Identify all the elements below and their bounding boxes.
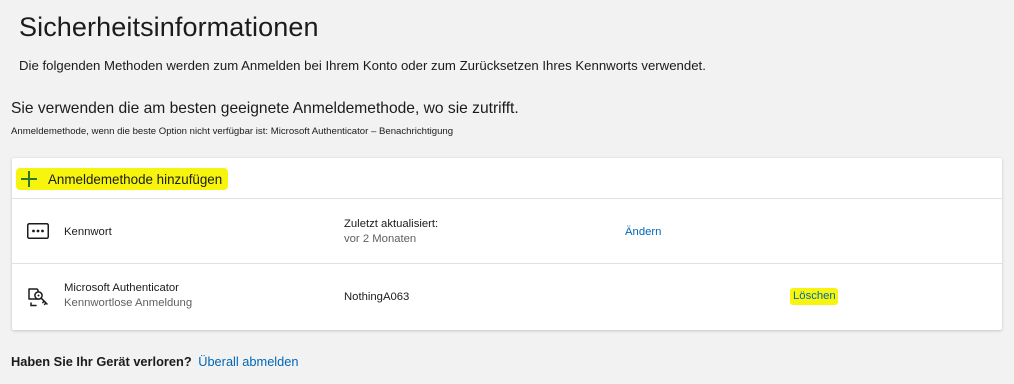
method-name-column: Microsoft Authenticator Kennwortlose Anm… — [64, 282, 192, 309]
last-updated-value: vor 2 Monaten — [344, 233, 417, 245]
lost-device-question: Haben Sie Ihr Gerät verloren? — [11, 354, 192, 369]
method-row-authenticator: Microsoft Authenticator Kennwortlose Anm… — [12, 264, 1002, 330]
methods-card: Anmeldemethode hinzufügen Kennwort Zulet… — [12, 158, 1002, 330]
default-method-fallback: Anmeldemethode, wenn die beste Option ni… — [11, 126, 454, 137]
method-detail-column: Zuletzt aktualisiert: vor 2 Monaten — [344, 218, 438, 245]
method-name-column: Kennwort — [64, 226, 112, 238]
sign-out-everywhere-link[interactable]: Überall abmelden — [198, 354, 298, 369]
plus-icon — [21, 171, 37, 187]
delete-authenticator-link[interactable]: Löschen — [790, 288, 838, 305]
password-icon — [27, 223, 49, 244]
page-subtitle: Die folgenden Methoden werden zum Anmeld… — [19, 58, 706, 73]
add-method-row: Anmeldemethode hinzufügen — [12, 158, 1002, 199]
method-name: Microsoft Authenticator — [64, 282, 179, 294]
last-updated-label: Zuletzt aktualisiert: — [344, 218, 439, 230]
method-name: Kennwort — [64, 226, 112, 238]
change-password-link[interactable]: Ändern — [625, 226, 661, 238]
default-method-heading: Sie verwenden die am besten geeignete An… — [11, 100, 519, 117]
lost-device-line: Haben Sie Ihr Gerät verloren? Überall ab… — [11, 354, 299, 369]
page-title: Sicherheitsinformationen — [19, 12, 319, 42]
method-description: Kennwortlose Anmeldung — [64, 297, 193, 309]
method-row-password: Kennwort Zuletzt aktualisiert: vor 2 Mon… — [12, 199, 1002, 264]
method-detail-column: NothingA063 — [344, 291, 409, 303]
add-method-label: Anmeldemethode hinzufügen — [48, 171, 223, 187]
device-name: NothingA063 — [344, 291, 410, 303]
authenticator-icon — [27, 286, 49, 313]
add-method-button[interactable]: Anmeldemethode hinzufügen — [16, 168, 229, 190]
security-info-page: Sicherheitsinformationen Die folgenden M… — [0, 0, 1014, 384]
